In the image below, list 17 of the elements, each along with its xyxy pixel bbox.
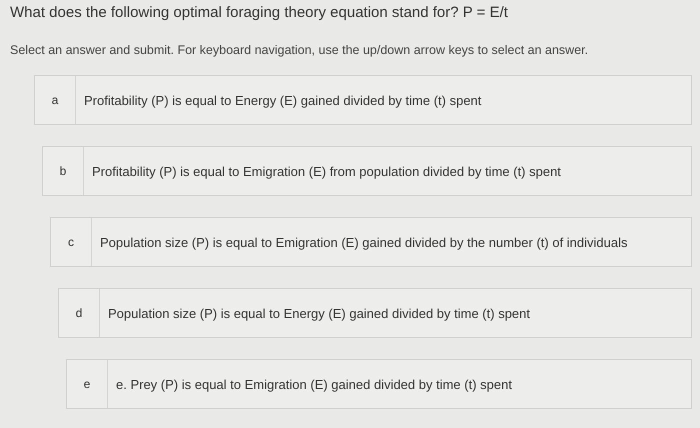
- option-letter: a: [35, 76, 76, 124]
- answer-option[interactable]: d Population size (P) is equal to Energy (E) gained divided by time (t) spent: [58, 288, 692, 338]
- question-text: What does the following optimal foraging theory equation stand for? P = E/t: [10, 4, 509, 21]
- option-letter: e: [67, 360, 108, 408]
- option-letter: d: [59, 289, 100, 337]
- option-text: Population size (P) is equal to Emigration (E) gained divided by the number (t) of individuals: [99, 234, 628, 250]
- answer-option[interactable]: e e. Prey (P) is equal to Emigration (E) gained divided by time (t) spent: [66, 359, 692, 409]
- answer-option[interactable]: a Profitability (P) is equal to Energy (E) gained divided by time (t) spent: [34, 75, 692, 125]
- option-text: Profitability (P) is equal to Emigration (E) from population divided by time (t) spent: [91, 164, 561, 178]
- answer-option[interactable]: b Profitability (P) is equal to Emigration (E) from population divided by time (t) spent: [42, 146, 692, 196]
- option-letter: c: [51, 218, 92, 266]
- option-letter: b: [43, 147, 84, 195]
- option-text: Population size (P) is equal to Energy (E) gained divided by time (t) spent: [107, 306, 530, 320]
- option-text: Profitability (P) is equal to Energy (E) gained divided by time (t) spent: [83, 92, 482, 108]
- instruction-text: Select an answer and submit. For keyboard navigation, use the up/down arrow keys to select an answer.: [10, 43, 590, 57]
- option-text: e. Prey (P) is equal to Emigration (E) gained divided by time (t) spent: [115, 376, 512, 392]
- answer-option[interactable]: c Population size (P) is equal to Emigration (E) gained divided by the number (t) of individuals: [50, 217, 692, 267]
